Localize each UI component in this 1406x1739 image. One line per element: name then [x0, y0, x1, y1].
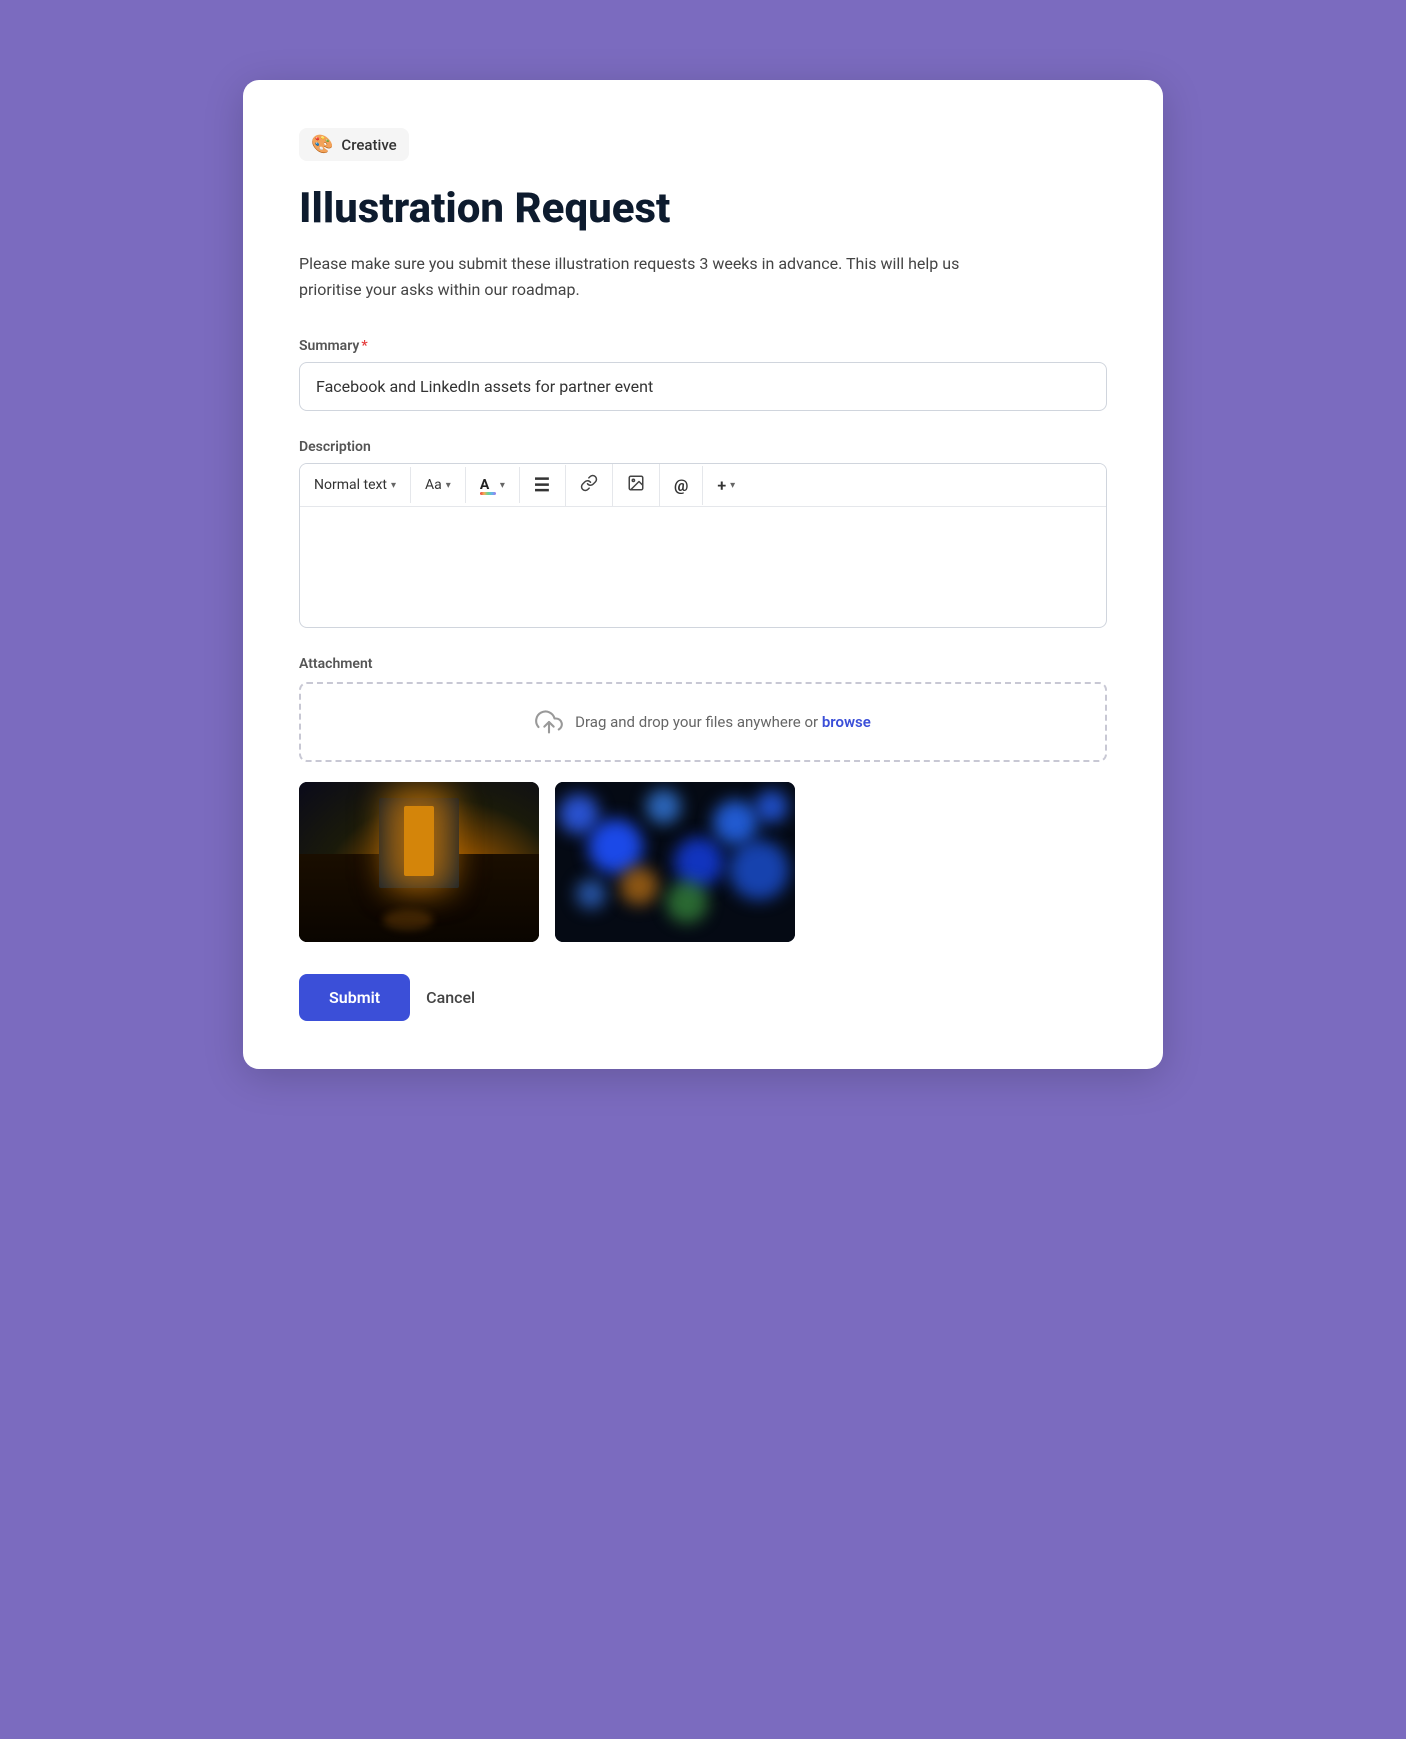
submit-button[interactable]: Submit [299, 974, 410, 1021]
image-icon [627, 474, 645, 496]
browse-link[interactable]: browse [822, 713, 871, 731]
more-label: + [717, 476, 726, 495]
workspace-badge: 🎨 Creative [299, 128, 409, 161]
attachment-section: Attachment Drag and drop your files anyw… [299, 656, 1107, 942]
description-field-group: Description Normal text ▾ Aa ▾ A ▾ [299, 439, 1107, 628]
mention-button[interactable]: @ [660, 466, 703, 505]
link-button[interactable] [566, 464, 613, 506]
description-editor: Normal text ▾ Aa ▾ A ▾ ☰ [299, 463, 1107, 628]
harbor-image [299, 782, 539, 942]
page-description: Please make sure you submit these illust… [299, 251, 979, 302]
drop-zone-text: Drag and drop your files anywhere or bro… [575, 713, 871, 731]
color-chevron-icon: ▾ [500, 480, 505, 491]
color-icon: A [480, 477, 496, 493]
workspace-icon: 🎨 [311, 134, 333, 155]
image-button[interactable] [613, 464, 660, 506]
more-chevron-icon: ▾ [730, 480, 735, 491]
form-card: 🎨 Creative Illustration Request Please m… [243, 80, 1163, 1069]
attachment-label: Attachment [299, 656, 1107, 672]
workspace-label: Creative [341, 136, 396, 154]
required-indicator: * [361, 338, 367, 354]
attachment-thumbnail-bokeh[interactable] [555, 782, 795, 942]
page-title: Illustration Request [299, 185, 1107, 233]
font-size-dropdown[interactable]: Aa ▾ [411, 467, 466, 503]
mention-icon: @ [674, 476, 688, 495]
font-size-label: Aa [425, 477, 442, 493]
text-style-chevron-icon: ▾ [391, 480, 396, 491]
font-size-chevron-icon: ▾ [446, 480, 451, 491]
list-button[interactable]: ☰ [520, 465, 566, 506]
attachments-grid [299, 782, 1107, 942]
text-style-dropdown[interactable]: Normal text ▾ [300, 467, 411, 503]
cancel-button[interactable]: Cancel [426, 988, 475, 1007]
summary-field-group: Summary* [299, 338, 1107, 411]
list-icon: ☰ [534, 475, 551, 496]
bokeh-image [555, 782, 795, 942]
description-label: Description [299, 439, 1107, 455]
editor-toolbar: Normal text ▾ Aa ▾ A ▾ ☰ [300, 464, 1106, 507]
upload-icon [535, 708, 563, 736]
form-actions: Submit Cancel [299, 974, 1107, 1021]
drop-zone[interactable]: Drag and drop your files anywhere or bro… [299, 682, 1107, 762]
text-style-label: Normal text [314, 477, 387, 493]
color-dropdown[interactable]: A ▾ [466, 467, 520, 503]
summary-label: Summary* [299, 338, 1107, 354]
editor-body[interactable] [300, 507, 1106, 627]
attachment-thumbnail-harbor[interactable] [299, 782, 539, 942]
summary-input[interactable] [299, 362, 1107, 411]
page-background: 🎨 Creative Illustration Request Please m… [213, 40, 1193, 1109]
link-icon [580, 474, 598, 496]
more-button[interactable]: + ▾ [703, 466, 749, 505]
